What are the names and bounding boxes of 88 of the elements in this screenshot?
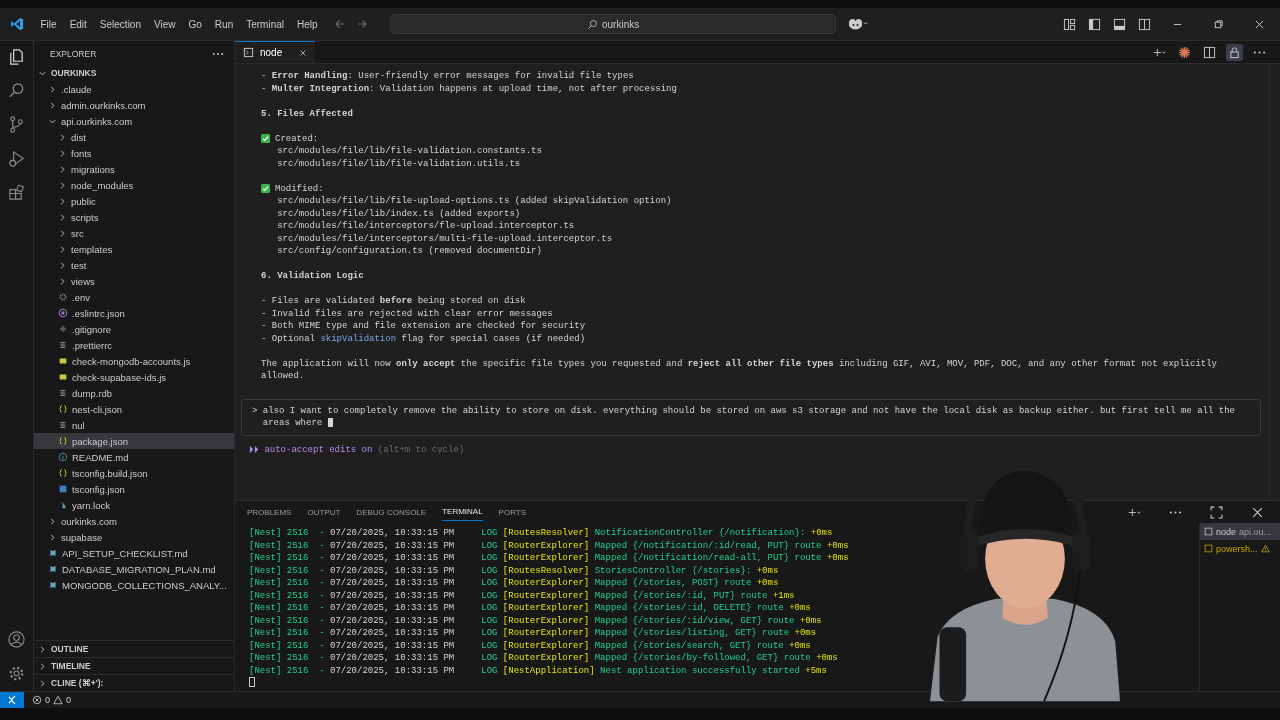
menu-item[interactable]: Help [290,16,325,32]
tree-item[interactable]: views [34,273,234,289]
section-heading: 6. Validation Logic [261,270,364,283]
explorer-title: EXPLORER [50,49,98,59]
tree-item[interactable]: nest-cli.json [34,401,234,417]
tree-item[interactable]: admin.ourkinks.com [34,97,234,113]
terminal-instance[interactable]: powersh... [1200,540,1280,557]
output-text: Created: [275,132,319,145]
tree-item[interactable]: tsconfig.build.json [34,465,234,481]
tree-item[interactable]: scripts [34,209,234,225]
tree-item[interactable]: API_SETUP_CHECKLIST.md [34,545,234,561]
menu-item[interactable]: Selection [93,16,148,32]
file-path: src/modules/file/interceptors/multi-file-upload.interceptor.ts [277,232,613,245]
output-text: - Multer Integration: Validation happens at upload time, not after processing [261,82,677,95]
menu-item[interactable]: Edit [63,16,94,32]
tree-item[interactable]: .eslintrc.json [34,305,234,321]
problems-indicator[interactable]: 0 0 [24,695,80,705]
tree-item[interactable]: check-mongodb-accounts.js [34,353,234,369]
tree-item[interactable]: tsconfig.json [34,481,234,497]
tree-item[interactable]: .gitignore [34,321,234,337]
tree-item[interactable]: node_modules [34,177,234,193]
tree-item[interactable]: dist [34,129,234,145]
tree-item[interactable]: src [34,225,234,241]
panel-tab[interactable]: DEBUG CONSOLE [356,503,427,521]
tree-item[interactable]: public [34,193,234,209]
output-text: Modified: [275,182,324,195]
output-text: - Error Handling: User-friendly error messages for invalid file types [261,70,634,83]
output-text: - Optional skipValidation flag for special cases (if needed) [261,332,586,345]
output-text: The application will now only accept the specific file types you requested and reject all other file types including GIF, AVI, MOV, PDF, DOC, and any other format not explicitly allowed. [261,357,1218,383]
output-text: - Invalid files are rejected with clear error messages [261,307,553,320]
terminal-line: [Nest] 2516 - 07/20/2025, 10:33:15 PM LOG [RouterExplorer] Mapped {/stories/:id, PUT} route +1ms [249,589,796,602]
workspace-root[interactable]: OURKINKS [34,65,234,81]
tree-item[interactable]: DATABASE_MIGRATION_PLAN.md [34,561,234,577]
terminal-line: [Nest] 2516 - 07/20/2025, 10:33:15 PM LOG [RoutesResolver] StoriesController {/stories}: +0ms [249,564,780,577]
tree-item[interactable]: nul [34,417,234,433]
panel-tab[interactable]: TERMINAL [442,503,483,521]
tree-item[interactable]: .claude [34,81,234,97]
terminal-line: [Nest] 2516 - 07/20/2025, 10:33:15 PM LOG [RouterExplorer] Mapped {/notification/:id/read, PUT} route +0ms [249,539,849,552]
file-path: src/config/configuration.ts (removed documentDir) [277,245,542,258]
tree-item[interactable]: README.md [34,449,234,465]
tree-item[interactable]: MONGODB_COLLECTIONS_ANALY... [34,577,234,593]
terminal-line: [Nest] 2516 - 07/20/2025, 10:33:15 PM LOG [RouterExplorer] Mapped {/notification/read-all, PUT} route +0ms [249,552,849,565]
terminal-line: [Nest] 2516 - 07/20/2025, 10:33:15 PM LOG [RouterExplorer] Mapped {/stories/:id/view, GET} route +0ms [249,614,823,627]
tree-item[interactable]: .prettierrc [34,337,234,353]
tree-item[interactable]: check-supabase-ids.js [34,369,234,385]
terminal-line: [Nest] 2516 - 07/20/2025, 10:33:15 PM LOG [RouterExplorer] Mapped {/stories/search, GET} route +0ms [249,639,812,652]
file-path: src/modules/file/lib/index.ts (added exports) [277,207,521,220]
mode-hint: (alt+m to cycle) [377,443,465,456]
output-text: - Files are validated before being stored on disk [261,295,526,308]
tree-item[interactable]: ourkinks.com [34,513,234,529]
tree-item[interactable]: package.json [34,433,234,449]
section-heading: 5. Files Affected [261,107,353,120]
terminal-line: [Nest] 2516 - 07/20/2025, 10:33:15 PM LOG [RouterExplorer] Mapped {/stories/by-followed, GET} route +0ms [249,652,839,665]
mode-label[interactable]: auto-accept edits on [264,443,373,456]
terminal-line: [Nest] 2516 - 07/20/2025, 10:33:15 PM LOG [RouterExplorer] Mapped {/stories/:id, DELETE} route +0ms [249,602,812,615]
tree-item[interactable]: api.ourkinks.com [34,113,234,129]
file-path: src/modules/file/lib/file-upload-options.ts (added skipValidation option) [277,195,672,208]
terminal-line: [Nest] 2516 - 07/20/2025, 10:33:15 PM LOG [NestApplication] Nest application successfully started +5ms [249,664,828,677]
menu-item[interactable]: File [34,16,64,32]
panel-tab[interactable]: PROBLEMS [247,503,292,521]
terminal-line: [Nest] 2516 - 07/20/2025, 10:33:15 PM LOG [RoutesResolver] NotificationController {/notification}: +0ms [249,527,834,540]
menu-item[interactable]: View [147,16,182,32]
file-path: src/modules/file/lib/file-validation.utils.ts [277,157,521,170]
tree-item[interactable]: migrations [34,161,234,177]
tree-item[interactable]: test [34,257,234,273]
tree-item[interactable]: dump.rdb [34,385,234,401]
sidebar-section[interactable]: OUTLINE [34,640,234,657]
mode-marker-icon: ⏵⏵ [249,443,259,456]
sidebar-section[interactable]: TIMELINE [34,657,234,674]
terminal-line: [Nest] 2516 - 07/20/2025, 10:33:15 PM LOG [RouterExplorer] Mapped {/stories/listing, GET} route +0ms [249,627,818,640]
tree-item[interactable]: fonts [34,145,234,161]
panel-tab[interactable]: OUTPUT [307,503,341,521]
tree-item[interactable]: supabase [34,529,234,545]
output-text: - Both MIME type and file extension are checked for security [261,320,586,333]
panel-tab[interactable]: PORTS [498,503,527,521]
menu-item[interactable]: Go [182,16,209,32]
tree-item[interactable]: templates [34,241,234,257]
editor-tab[interactable]: node [235,41,315,63]
terminal-instance[interactable]: node api.ou... [1200,523,1280,540]
menu-item[interactable]: Run [208,16,240,32]
terminal-line: [Nest] 2516 - 07/20/2025, 10:33:15 PM LOG [RouterExplorer] Mapped {/stories, POST} route +0ms [249,577,780,590]
prompt-input-field[interactable]: > also I want to completely remove the ability to store on disk. everything should be stored on aws s3 storage and not have the local disk as backup either. but first tell me all the areas where [241,398,1261,436]
tree-item[interactable]: .env [34,289,234,305]
menu-item[interactable]: Terminal [239,16,291,32]
tree-item[interactable]: yarn.lock [34,497,234,513]
command-search-field[interactable]: ourkinks [390,14,837,34]
file-path: src/modules/file/lib/file-validation.constants.ts [277,145,542,158]
file-path: src/modules/file/interceptors/fle-upload.interceptor.ts [277,220,575,233]
